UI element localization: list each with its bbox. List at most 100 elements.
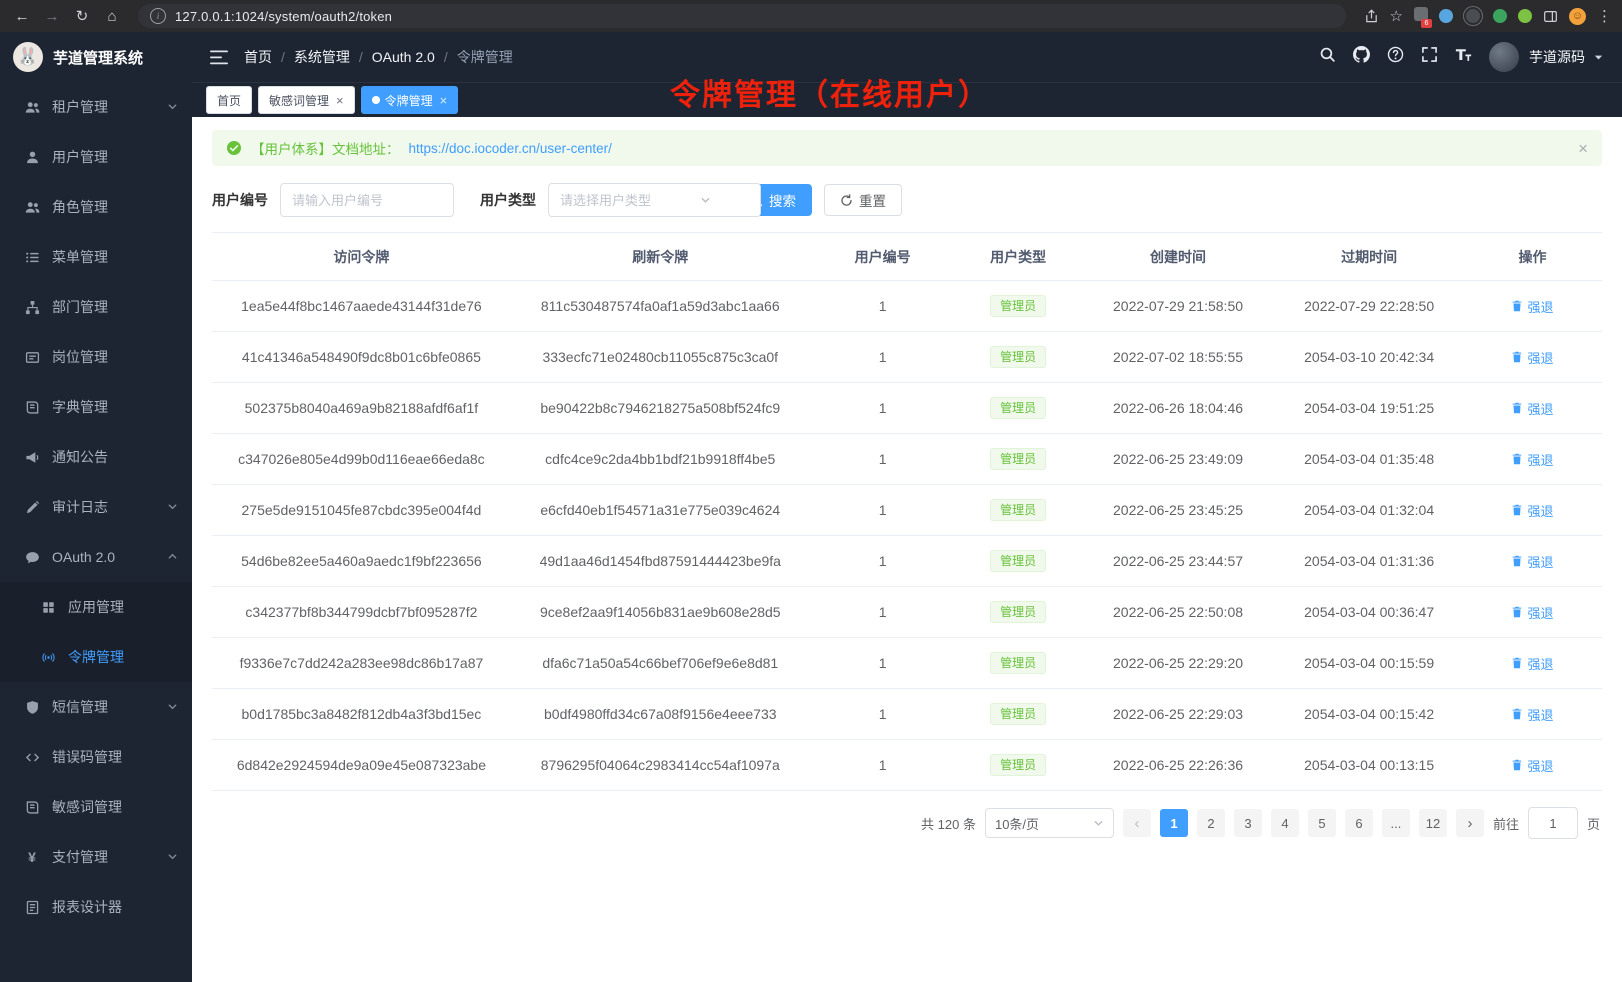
close-icon[interactable]: × xyxy=(336,93,344,108)
page-size-select[interactable]: 10条/页 xyxy=(985,808,1114,838)
sidebar-item-role[interactable]: 角色管理 xyxy=(0,182,192,232)
sidebar-item-dict[interactable]: 字典管理 xyxy=(0,382,192,432)
hamburger-icon[interactable] xyxy=(210,50,228,65)
sidebar-panel-icon[interactable] xyxy=(1543,9,1558,24)
bookmark-star-icon[interactable]: ☆ xyxy=(1390,7,1403,25)
force-logout-button[interactable]: 强退 xyxy=(1511,450,1553,469)
chevron-down-icon[interactable] xyxy=(1593,52,1604,63)
sidebar-item-label: 审计日志 xyxy=(52,497,108,517)
page-button-1[interactable]: 1 xyxy=(1160,809,1188,837)
sidebar-item-audit-log[interactable]: 审计日志 xyxy=(0,482,192,532)
goto-page-input[interactable] xyxy=(1528,807,1578,839)
sidebar-item-sms[interactable]: 短信管理 xyxy=(0,682,192,732)
close-icon[interactable]: × xyxy=(440,93,448,108)
table-row: 54d6be82ee5a460a9aedc1f9bf22365649d1aa46… xyxy=(212,536,1602,587)
user-name[interactable]: 芋道源码 xyxy=(1529,47,1585,67)
user-type-select-input[interactable] xyxy=(548,183,761,217)
search-icon[interactable] xyxy=(1319,46,1336,68)
sidebar-item-label: 通知公告 xyxy=(52,447,108,467)
force-logout-button[interactable]: 强退 xyxy=(1511,603,1553,622)
breadcrumb-item[interactable]: OAuth 2.0 xyxy=(372,49,435,65)
page-button-5[interactable]: 5 xyxy=(1308,809,1336,837)
user-type-select[interactable] xyxy=(548,183,720,217)
page-button-2[interactable]: 2 xyxy=(1197,809,1225,837)
breadcrumb: 首页/系统管理/OAuth 2.0/令牌管理 xyxy=(244,47,513,67)
fullscreen-icon[interactable] xyxy=(1421,46,1438,68)
user-avatar[interactable] xyxy=(1489,42,1519,72)
force-logout-button[interactable]: 强退 xyxy=(1511,399,1553,418)
yen-icon: ¥ xyxy=(24,850,40,864)
extensions-badge: 6 xyxy=(1421,19,1432,28)
sidebar-item-oauth2[interactable]: OAuth 2.0 xyxy=(0,532,192,582)
page-button-4[interactable]: 4 xyxy=(1271,809,1299,837)
sidebar-item-token[interactable]: 令牌管理 xyxy=(0,632,192,682)
github-icon[interactable] xyxy=(1353,46,1370,68)
chevron-up-icon xyxy=(167,549,178,565)
extension-blue-icon[interactable] xyxy=(1439,9,1453,23)
extensions-icon[interactable]: 6 xyxy=(1414,7,1428,25)
next-page-button[interactable]: › xyxy=(1456,809,1484,837)
force-logout-button[interactable]: 强退 xyxy=(1511,297,1553,316)
font-size-icon[interactable] xyxy=(1455,46,1472,68)
extension-dark-icon[interactable] xyxy=(1464,7,1482,25)
reload-button[interactable]: ↻ xyxy=(70,5,94,27)
browser-toolbar: ← → ↻ ⌂ i 127.0.0.1:1024/system/oauth2/t… xyxy=(0,0,1622,32)
table-row: f9336e7c7dd242a283ee98dc86b17a87dfa6c71a… xyxy=(212,638,1602,689)
home-button[interactable]: ⌂ xyxy=(100,5,124,27)
sidebar-item-label: 用户管理 xyxy=(52,147,108,167)
tab-home[interactable]: 首页 xyxy=(206,86,252,114)
sidebar-item-post[interactable]: 岗位管理 xyxy=(0,332,192,382)
book-icon xyxy=(24,800,40,815)
force-logout-button[interactable]: 强退 xyxy=(1511,654,1553,673)
reset-button[interactable]: 重置 xyxy=(824,184,902,216)
browser-menu-icon[interactable]: ⋮ xyxy=(1597,7,1612,25)
force-logout-button[interactable]: 强退 xyxy=(1511,756,1553,775)
user-id-input[interactable] xyxy=(280,183,454,217)
sidebar-item-menu[interactable]: 菜单管理 xyxy=(0,232,192,282)
sidebar-item-tenant[interactable]: 租户管理 xyxy=(0,82,192,132)
back-button[interactable]: ← xyxy=(10,5,34,27)
address-bar[interactable]: i 127.0.0.1:1024/system/oauth2/token xyxy=(138,4,1346,28)
refresh-token-cell: 8796295f04064c2983414cc54af1097a xyxy=(511,740,810,791)
page-button-6[interactable]: 6 xyxy=(1345,809,1373,837)
chat-icon xyxy=(24,550,40,565)
sidebar-item-notice[interactable]: 通知公告 xyxy=(0,432,192,482)
tab-sensitive-word[interactable]: 敏感词管理× xyxy=(258,86,355,114)
extension-green-icon[interactable] xyxy=(1493,9,1507,23)
create-time-cell: 2022-06-25 23:49:09 xyxy=(1081,434,1276,485)
sidebar-item-pay[interactable]: ¥支付管理 xyxy=(0,832,192,882)
help-icon[interactable] xyxy=(1387,46,1404,68)
sidebar-item-app[interactable]: 应用管理 xyxy=(0,582,192,632)
tab-token[interactable]: 令牌管理× xyxy=(361,86,459,114)
breadcrumb-item[interactable]: 首页 xyxy=(244,47,272,67)
site-info-icon[interactable]: i xyxy=(150,8,166,24)
force-logout-button[interactable]: 强退 xyxy=(1511,552,1553,571)
puzzle-extension-icon[interactable] xyxy=(1518,9,1532,23)
breadcrumb-item[interactable]: 令牌管理 xyxy=(457,47,513,67)
browser-profile-avatar[interactable]: ☺ xyxy=(1569,8,1586,25)
page-button-3[interactable]: 3 xyxy=(1234,809,1262,837)
logout-icon xyxy=(1511,402,1523,414)
alert-link[interactable]: https://doc.iocoder.cn/user-center/ xyxy=(409,141,612,156)
breadcrumb-item[interactable]: 系统管理 xyxy=(294,47,350,67)
sidebar-item-sensitive-word[interactable]: 敏感词管理 xyxy=(0,782,192,832)
sidebar-item-dept[interactable]: 部门管理 xyxy=(0,282,192,332)
sidebar-item-report-designer[interactable]: 报表设计器 xyxy=(0,882,192,932)
sidebar-item-user[interactable]: 用户管理 xyxy=(0,132,192,182)
app-logo[interactable]: 🐰 芋道管理系统 xyxy=(0,32,192,82)
prev-page-button[interactable]: ‹ xyxy=(1123,809,1151,837)
force-logout-button[interactable]: 强退 xyxy=(1511,705,1553,724)
column-header: 访问令牌 xyxy=(212,233,511,281)
sidebar-item-error-code[interactable]: 错误码管理 xyxy=(0,732,192,782)
sidebar-item-label: 菜单管理 xyxy=(52,247,108,267)
force-logout-button[interactable]: 强退 xyxy=(1511,501,1553,520)
alert-close-icon[interactable]: × xyxy=(1578,140,1588,157)
refresh-token-cell: 333ecfc71e02480cb11055c875c3ca0f xyxy=(511,332,810,383)
pager-ellipsis[interactable]: ... xyxy=(1382,809,1410,837)
refresh-token-cell: cdfc4ce9c2da4bb1bdf21b9918ff4be5 xyxy=(511,434,810,485)
user-id-cell: 1 xyxy=(810,383,956,434)
share-icon[interactable] xyxy=(1364,9,1379,24)
forward-button[interactable]: → xyxy=(40,5,64,27)
force-logout-button[interactable]: 强退 xyxy=(1511,348,1553,367)
page-button-12[interactable]: 12 xyxy=(1419,809,1447,837)
